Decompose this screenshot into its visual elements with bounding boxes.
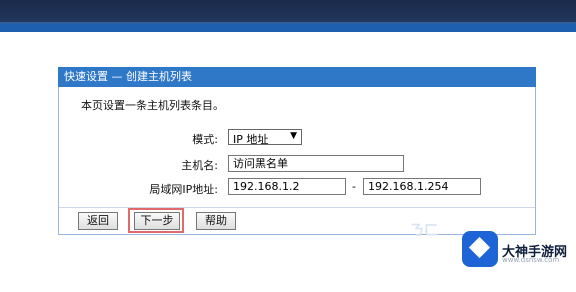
ip-separator: - [352,180,356,193]
mode-select-value: IP 地址 [233,133,269,146]
host-label: 主机名: [181,159,218,172]
mode-select[interactable]: IP 地址 ▼ [228,129,302,146]
blue-band [0,24,576,32]
ip-end-input[interactable]: 192.168.1.254 [363,178,481,195]
panel-description: 本页设置一条主机列表条目。 [81,99,224,112]
watermark-url: www.dsnsw.com [502,256,560,264]
next-button-highlight [128,208,184,233]
back-button[interactable]: 返回 [78,212,118,230]
cube-logo-icon [462,231,498,267]
mode-label: 模式: [192,133,218,146]
help-button[interactable]: 帮助 [196,212,236,230]
cube-icon [468,236,491,259]
ip-start-input[interactable]: 192.168.1.2 [228,178,346,195]
ip-label: 局域网IP地址: [149,183,218,196]
chevron-down-icon: ▼ [290,131,297,141]
top-bar [0,0,576,22]
watermark-faint: ㄋㄈ [410,223,438,239]
host-input[interactable]: 访问黑名单 [228,155,404,172]
panel-header: 快速设置 — 创建主机列表 [58,67,536,87]
